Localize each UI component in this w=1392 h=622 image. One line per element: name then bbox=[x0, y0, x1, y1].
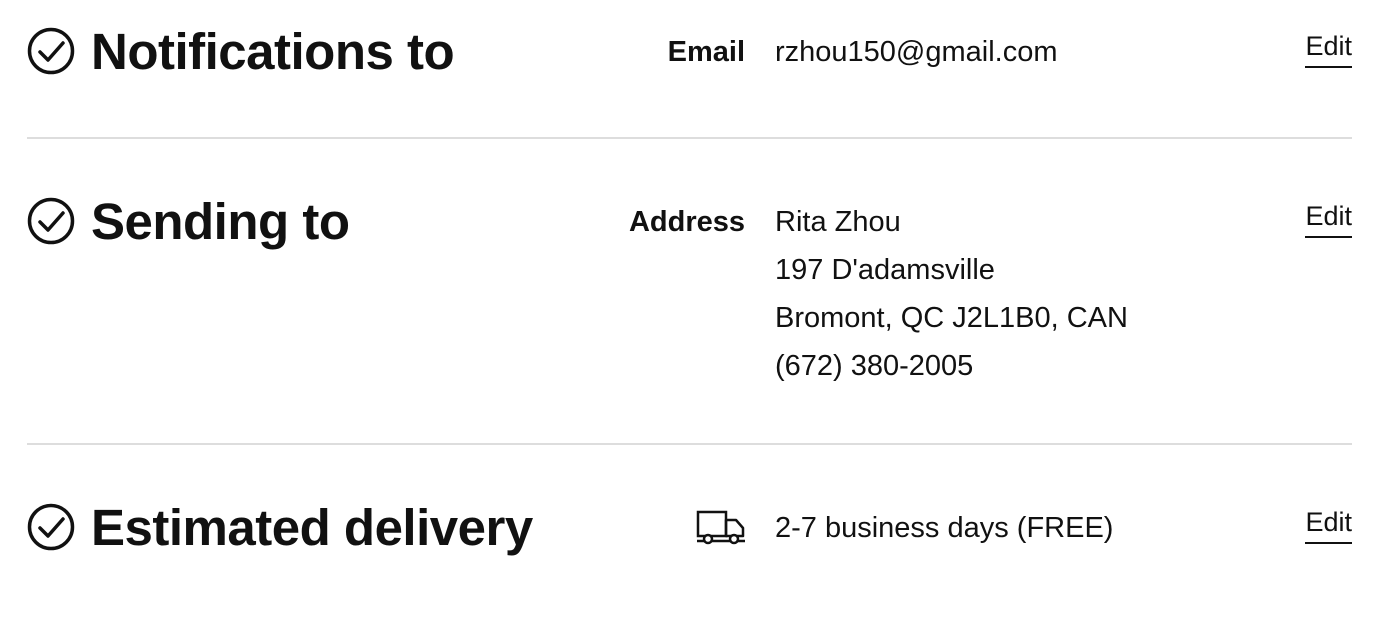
notifications-section: Notifications to Email rzhou150@gmail.co… bbox=[27, 22, 1352, 92]
address-line-city: Bromont, QC J2L1B0, CAN bbox=[775, 302, 1128, 334]
address-label: Address bbox=[628, 206, 745, 238]
notifications-title: Notifications to bbox=[91, 23, 455, 80]
check-circle-icon bbox=[27, 503, 75, 551]
email-value: rzhou150@gmail.com bbox=[775, 36, 1058, 68]
checkout-summary: Notifications to Email rzhou150@gmail.co… bbox=[0, 0, 1392, 622]
section-divider bbox=[27, 137, 1352, 139]
truck-icon bbox=[696, 510, 745, 545]
sending-section: Sending to Address Rita Zhou 197 D'adams… bbox=[27, 192, 1352, 392]
delivery-section: Estimated delivery 2-7 business days (FR… bbox=[27, 498, 1352, 568]
edit-delivery-button[interactable]: Edit bbox=[1305, 504, 1352, 544]
section-divider bbox=[27, 443, 1352, 445]
edit-notifications-button[interactable]: Edit bbox=[1305, 28, 1352, 68]
email-label: Email bbox=[667, 36, 745, 68]
address-line-street: 197 D'adamsville bbox=[775, 254, 995, 286]
delivery-title: Estimated delivery bbox=[91, 499, 533, 556]
edit-address-button[interactable]: Edit bbox=[1305, 198, 1352, 238]
delivery-value: 2-7 business days (FREE) bbox=[775, 512, 1114, 544]
address-line-phone: (672) 380-2005 bbox=[775, 350, 974, 382]
check-circle-icon bbox=[27, 27, 75, 75]
check-circle-icon bbox=[27, 197, 75, 245]
sending-title: Sending to bbox=[91, 193, 350, 250]
address-line-name: Rita Zhou bbox=[775, 206, 901, 238]
